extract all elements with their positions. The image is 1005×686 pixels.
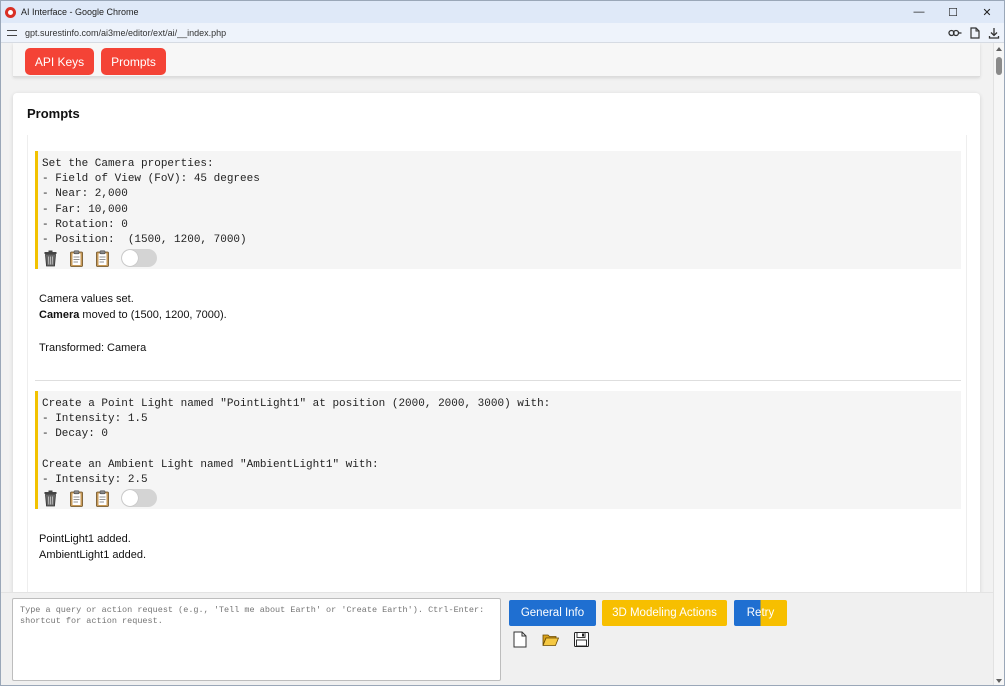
trash-icon[interactable]: [43, 490, 58, 507]
download-icon[interactable]: [988, 27, 1000, 39]
tab-api-keys[interactable]: API Keys: [25, 48, 94, 75]
save-icon[interactable]: [574, 632, 589, 647]
response-line: PointLight1 added.: [39, 533, 131, 545]
window-title: AI Interface - Google Chrome: [21, 7, 139, 17]
prompts-list: Set the Camera properties: - Field of Vi…: [27, 135, 967, 613]
scroll-up-icon[interactable]: [996, 47, 1002, 51]
prompt-text: Create a Point Light named "PointLight1"…: [42, 398, 551, 487]
file-actions: [513, 631, 589, 648]
query-bar: General Info 3D Modeling Actions Retry: [1, 592, 993, 685]
page-scrollbar[interactable]: [993, 43, 1004, 685]
prompt-toolbar: [43, 489, 157, 507]
url-text[interactable]: gpt.surestinfo.com/ai3me/editor/ext/ai/_…: [25, 28, 226, 38]
prompt-box: Create a Point Light named "PointLight1"…: [35, 391, 961, 509]
general-info-button[interactable]: General Info: [509, 600, 596, 626]
key-icon[interactable]: [948, 28, 962, 38]
page-viewport: API Keys Prompts Prompts Set the Camera …: [1, 43, 993, 685]
trash-icon[interactable]: [43, 250, 58, 267]
response-line: Camera moved to (1500, 1200, 7000).: [39, 307, 227, 323]
scroll-down-icon[interactable]: [996, 679, 1002, 683]
address-bar: gpt.surestinfo.com/ai3me/editor/ext/ai/_…: [1, 23, 1004, 43]
list-item: Create a Point Light named "PointLight1"…: [35, 391, 961, 601]
card-title: Prompts: [27, 106, 80, 121]
browser-window: AI Interface - Google Chrome — ☐ ✕ gpt.s…: [0, 0, 1005, 686]
address-bar-actions: [948, 23, 1000, 43]
prompt-text: Set the Camera properties: - Field of Vi…: [42, 158, 260, 247]
prompt-box: Set the Camera properties: - Field of Vi…: [35, 151, 961, 269]
toggle-switch[interactable]: [121, 489, 157, 507]
scroll-thumb[interactable]: [996, 57, 1002, 75]
query-input[interactable]: [12, 598, 501, 681]
tab-prompts[interactable]: Prompts: [101, 48, 166, 75]
title-bar: AI Interface - Google Chrome — ☐ ✕: [1, 1, 1004, 23]
close-button[interactable]: ✕: [970, 1, 1004, 23]
new-file-icon[interactable]: [513, 631, 527, 648]
chrome-app-icon: [5, 6, 16, 18]
maximize-button[interactable]: ☐: [936, 1, 970, 23]
clipboard-icon[interactable]: [95, 490, 110, 507]
response-line: Camera values set.: [39, 293, 134, 305]
tabs-panel: API Keys Prompts: [13, 43, 980, 77]
prompts-card: Prompts Set the Camera properties: - Fie…: [13, 93, 980, 613]
site-settings-icon[interactable]: [7, 28, 17, 38]
clipboard-icon[interactable]: [69, 250, 84, 267]
response-line: AmbientLight1 added.: [39, 549, 147, 562]
retry-button[interactable]: Retry: [734, 600, 787, 626]
clipboard-icon[interactable]: [69, 490, 84, 507]
response-text: PointLight1 added. AmbientLight1 added.: [39, 531, 146, 564]
toggle-switch[interactable]: [121, 249, 157, 267]
list-item: Set the Camera properties: - Field of Vi…: [35, 151, 961, 381]
clipboard-icon[interactable]: [95, 250, 110, 267]
prompt-toolbar: [43, 249, 157, 267]
3d-modeling-actions-button[interactable]: 3D Modeling Actions: [602, 600, 727, 626]
response-text: Camera values set. Camera moved to (1500…: [39, 291, 227, 356]
response-line-rest: moved to (1500, 1200, 7000).: [79, 309, 227, 322]
page-icon[interactable]: [970, 27, 980, 39]
minimize-button[interactable]: —: [902, 1, 936, 23]
divider: [35, 380, 961, 381]
response-bold: Camera: [39, 309, 80, 322]
response-line: Transformed: Camera: [39, 341, 147, 354]
open-folder-icon[interactable]: [542, 633, 559, 647]
window-controls: — ☐ ✕: [902, 1, 1004, 23]
